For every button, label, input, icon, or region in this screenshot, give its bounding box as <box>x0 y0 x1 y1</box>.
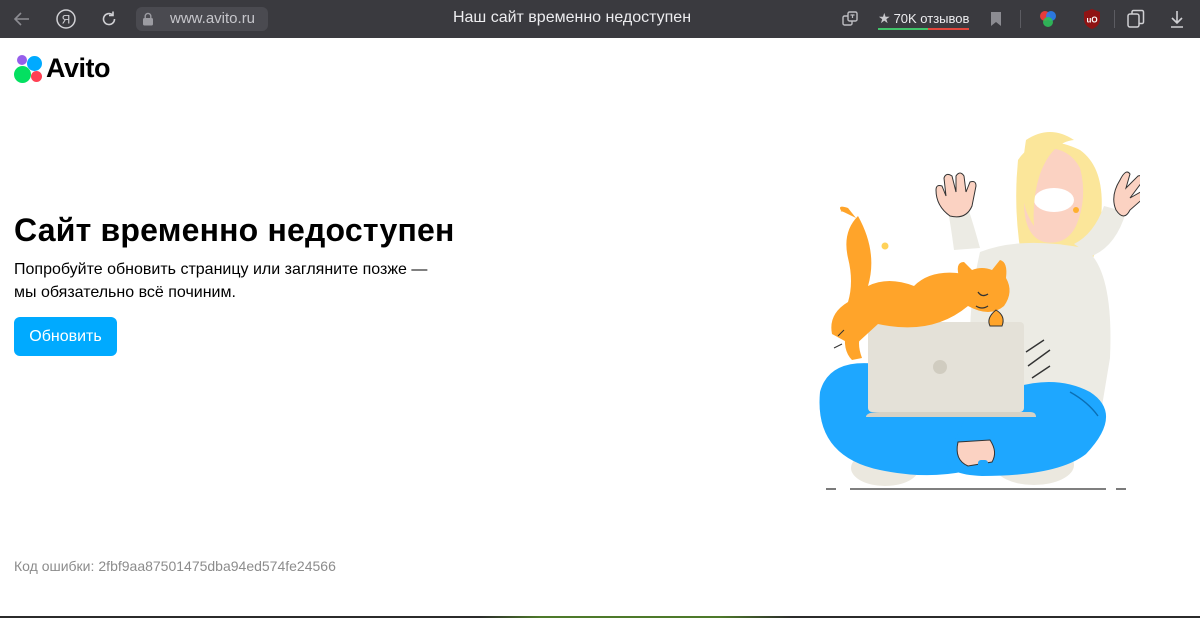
page-title: Сайт временно недоступен <box>14 212 455 248</box>
extension-icon[interactable] <box>1036 7 1060 31</box>
refresh-button[interactable]: Обновить <box>14 317 117 356</box>
toolbar-separator <box>1114 10 1115 28</box>
star-icon: ★ <box>878 9 891 26</box>
description-line-2: мы обязательно всё починим. <box>14 284 236 301</box>
browser-toolbar: Я www.avito.ru Наш сайт временно недосту… <box>0 0 1200 38</box>
page-description: Попробуйте обновить страницу или загляни… <box>14 258 454 304</box>
reviews-label: 70K отзывов <box>893 10 970 26</box>
translate-icon[interactable] <box>838 7 862 31</box>
description-line-1: Попробуйте обновить страницу или загляни… <box>14 261 428 278</box>
lock-icon[interactable] <box>142 12 154 31</box>
tab-title: Наш сайт временно недоступен <box>452 9 692 26</box>
avito-logo[interactable]: Avito <box>14 53 111 83</box>
error-code: Код ошибки: 2fbf9aa87501475dba94ed574fe24… <box>14 558 336 574</box>
yandex-icon[interactable]: Я <box>54 7 78 31</box>
logo-text: Avito <box>46 53 111 83</box>
address-bar[interactable]: www.avito.ru <box>136 7 268 31</box>
rating-bar <box>878 28 970 30</box>
toolbar-separator <box>1020 10 1021 28</box>
ublock-icon[interactable]: uO <box>1080 7 1104 31</box>
woman-laptop-cat-illustration <box>819 132 1140 490</box>
download-icon[interactable] <box>1165 7 1189 31</box>
svg-text:uO: uO <box>1086 16 1097 25</box>
reviews-badge[interactable]: ★ 70K отзывов <box>878 8 970 30</box>
reload-icon[interactable] <box>97 7 121 31</box>
logo-dots-icon <box>14 53 44 83</box>
error-code-label: Код ошибки: <box>14 558 95 574</box>
collections-icon[interactable] <box>1124 7 1148 31</box>
error-code-value: 2fbf9aa87501475dba94ed574fe24566 <box>98 558 336 574</box>
svg-text:Я: Я <box>62 13 71 27</box>
url-text: www.avito.ru <box>170 10 256 27</box>
back-arrow-icon[interactable] <box>10 7 34 31</box>
bookmark-icon[interactable] <box>984 7 1008 31</box>
